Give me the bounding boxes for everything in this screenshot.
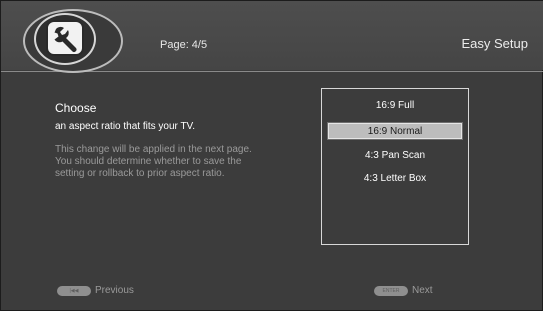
instruction-text: an aspect ratio that fits your TV. xyxy=(55,121,196,132)
skip-back-key-icon: |◀◀ xyxy=(57,285,91,296)
hint-line: This change will be applied in the next … xyxy=(55,144,252,155)
option-4-3-pan-scan[interactable]: 4:3 Pan Scan xyxy=(328,148,462,164)
enter-key-icon: ENTER xyxy=(374,285,408,296)
next-label: Next xyxy=(412,285,433,296)
previous-button[interactable]: |◀◀ Previous xyxy=(57,285,134,296)
option-16-9-normal[interactable]: 16:9 Normal xyxy=(327,122,463,140)
easy-setup-screen: Page: 4/5 Easy Setup Choose an aspect ra… xyxy=(0,0,543,311)
next-button[interactable]: ENTER Next xyxy=(374,285,433,296)
previous-label: Previous xyxy=(95,285,134,296)
page-indicator: Page: 4/5 xyxy=(160,39,208,51)
hint-text: This change will be applied in the next … xyxy=(55,144,300,180)
hint-line: setting or rollback to prior aspect rati… xyxy=(55,168,225,179)
page-title: Easy Setup xyxy=(461,36,529,51)
option-16-9-full[interactable]: 16:9 Full xyxy=(328,98,462,114)
hint-line: You should determine whether to save the xyxy=(55,156,242,167)
choose-heading: Choose xyxy=(55,101,97,115)
aspect-ratio-list: 16:9 Full 16:9 Normal 4:3 Pan Scan 4:3 L… xyxy=(321,88,469,245)
option-4-3-letter-box[interactable]: 4:3 Letter Box xyxy=(328,171,462,187)
wrench-icon xyxy=(46,20,84,56)
